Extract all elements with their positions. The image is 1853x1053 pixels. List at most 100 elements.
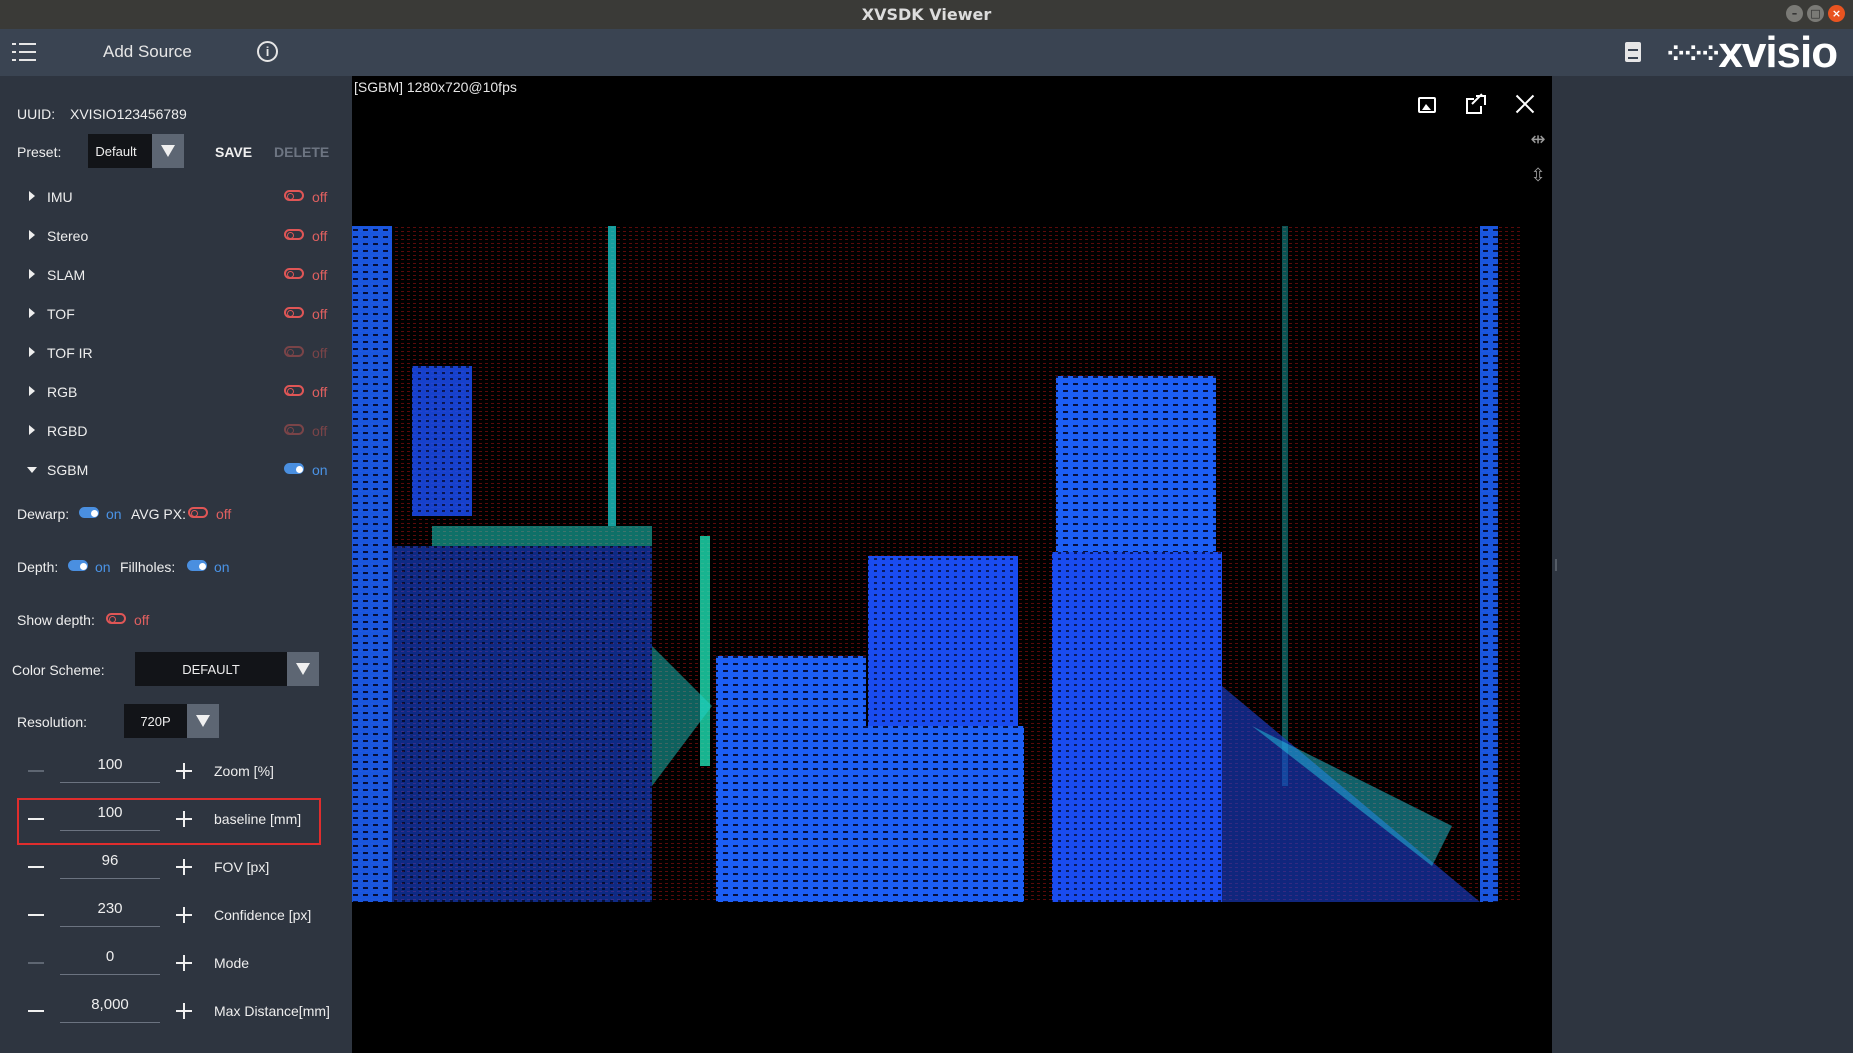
- stepper-value[interactable]: 96: [60, 852, 160, 869]
- fillholes-label: Fillholes:: [120, 559, 176, 575]
- show-depth-state: off: [134, 612, 150, 628]
- minus-icon: [28, 962, 44, 964]
- color-scheme-label: Color Scheme:: [12, 662, 105, 678]
- expand-arrow-icon[interactable]: [29, 425, 35, 435]
- imu-toggle[interactable]: [284, 190, 304, 201]
- collapse-arrow-icon[interactable]: [27, 467, 37, 473]
- plus-icon[interactable]: [176, 907, 192, 923]
- module-name: SLAM: [47, 267, 86, 283]
- minus-icon[interactable]: [28, 1010, 44, 1012]
- tof-ir-toggle: [284, 346, 304, 357]
- module-rgbd[interactable]: RGBD off: [0, 420, 352, 444]
- menu-icon[interactable]: [12, 41, 36, 63]
- slam-toggle[interactable]: [284, 268, 304, 279]
- dewarp-state: on: [106, 506, 122, 522]
- color-scheme-dropdown[interactable]: DEFAULT: [135, 652, 319, 686]
- info-icon[interactable]: i: [257, 41, 278, 62]
- module-imu[interactable]: IMU off: [0, 186, 352, 210]
- module-slam[interactable]: SLAM off: [0, 264, 352, 288]
- expand-arrow-icon[interactable]: [29, 347, 35, 357]
- flip-horizontal-icon[interactable]: ⇹: [1526, 128, 1550, 150]
- module-rgb[interactable]: RGB off: [0, 381, 352, 405]
- color-scheme-value: DEFAULT: [182, 661, 240, 677]
- save-button[interactable]: SAVE: [215, 144, 252, 160]
- module-tof[interactable]: TOF off: [0, 303, 352, 327]
- document-icon[interactable]: [1625, 42, 1641, 62]
- plus-icon[interactable]: [176, 763, 192, 779]
- stepper-underline: [60, 926, 160, 927]
- stepper-label: FOV [px]: [214, 859, 270, 875]
- maximize-icon[interactable]: □: [1807, 5, 1824, 22]
- stepper-label: Max Distance[mm]: [214, 1003, 330, 1019]
- module-sgbm[interactable]: SGBM on: [0, 459, 352, 483]
- settings-sidebar: UUID: XVISIO123456789 Preset: Default SA…: [0, 76, 352, 1053]
- window-close-icon[interactable]: ×: [1828, 5, 1845, 22]
- stepper-value[interactable]: 0: [60, 948, 160, 965]
- minus-icon[interactable]: [28, 866, 44, 868]
- stepper-underline: [60, 878, 160, 879]
- dewarp-toggle[interactable]: [79, 507, 99, 518]
- stepper-label: Zoom [%]: [214, 763, 274, 779]
- image-icon[interactable]: [1418, 97, 1436, 113]
- flip-vertical-icon[interactable]: ⇳: [1526, 164, 1550, 186]
- tof-toggle[interactable]: [284, 307, 304, 318]
- max-distance-stepper: 8,000 Max Distance[mm]: [0, 992, 352, 1030]
- uuid-label: UUID:: [17, 106, 56, 122]
- stepper-label: Confidence [px]: [214, 907, 312, 923]
- depth-state: on: [95, 559, 111, 575]
- expand-arrow-icon[interactable]: [29, 386, 35, 396]
- plus-icon[interactable]: [176, 1003, 192, 1019]
- rgbd-toggle: [284, 424, 304, 435]
- delete-button: DELETE: [274, 144, 330, 160]
- stereo-toggle[interactable]: [284, 229, 304, 240]
- expand-arrow-icon[interactable]: [29, 230, 35, 240]
- module-name: TOF: [47, 306, 75, 322]
- expand-arrow-icon[interactable]: [29, 269, 35, 279]
- stepper-value[interactable]: 100: [60, 756, 160, 773]
- fillholes-state: on: [214, 559, 230, 575]
- module-name: RGBD: [47, 423, 88, 439]
- window-title: XVSDK Viewer: [861, 5, 992, 24]
- xvisio-logo: ⁘⁘⁘ xvisio: [1664, 28, 1838, 77]
- preset-dropdown[interactable]: Default: [88, 134, 184, 168]
- chevron-down-icon[interactable]: [152, 134, 184, 168]
- show-depth-toggle[interactable]: [106, 613, 126, 624]
- sgbm-toggle[interactable]: [284, 463, 304, 474]
- resolution-dropdown[interactable]: 720P: [124, 704, 219, 738]
- rgb-toggle[interactable]: [284, 385, 304, 396]
- rgbd-state: off: [312, 423, 328, 439]
- app-toolbar: Add Source i ⁘⁘⁘ xvisio: [0, 28, 1853, 77]
- splitter-handle[interactable]: [1555, 559, 1557, 571]
- minus-icon[interactable]: [28, 914, 44, 916]
- module-stereo[interactable]: Stereo off: [0, 225, 352, 249]
- depth-toggle[interactable]: [68, 560, 88, 571]
- chevron-down-icon[interactable]: [287, 652, 319, 686]
- zoom-stepper: 100 Zoom [%]: [0, 752, 352, 790]
- info-icon-glyph: i: [265, 44, 270, 59]
- fillholes-toggle[interactable]: [187, 560, 207, 571]
- avgpx-toggle[interactable]: [188, 507, 208, 518]
- expand-arrow-icon[interactable]: [29, 191, 35, 201]
- stepper-label: Mode: [214, 955, 250, 971]
- external-link-icon[interactable]: [1466, 93, 1486, 115]
- dewarp-label: Dewarp:: [17, 506, 70, 522]
- stepper-value[interactable]: 8,000: [60, 996, 160, 1013]
- module-name: TOF IR: [47, 345, 93, 361]
- plus-icon[interactable]: [176, 859, 192, 875]
- minimize-icon[interactable]: –: [1786, 5, 1803, 22]
- stepper-value[interactable]: 230: [60, 900, 160, 917]
- add-source-button[interactable]: Add Source: [103, 42, 192, 62]
- module-name: IMU: [47, 189, 73, 205]
- imu-state: off: [312, 189, 328, 205]
- resolution-label: Resolution:: [17, 714, 88, 730]
- depth-map-image: [352, 226, 1520, 902]
- plus-icon[interactable]: [176, 955, 192, 971]
- rgb-state: off: [312, 384, 328, 400]
- close-icon[interactable]: [1513, 92, 1537, 116]
- sgbm-state: on: [312, 462, 328, 478]
- module-tof-ir[interactable]: TOF IR off: [0, 342, 352, 366]
- chevron-down-icon[interactable]: [187, 704, 219, 738]
- tof-state: off: [312, 306, 328, 322]
- stepper-underline: [60, 782, 160, 783]
- expand-arrow-icon[interactable]: [29, 308, 35, 318]
